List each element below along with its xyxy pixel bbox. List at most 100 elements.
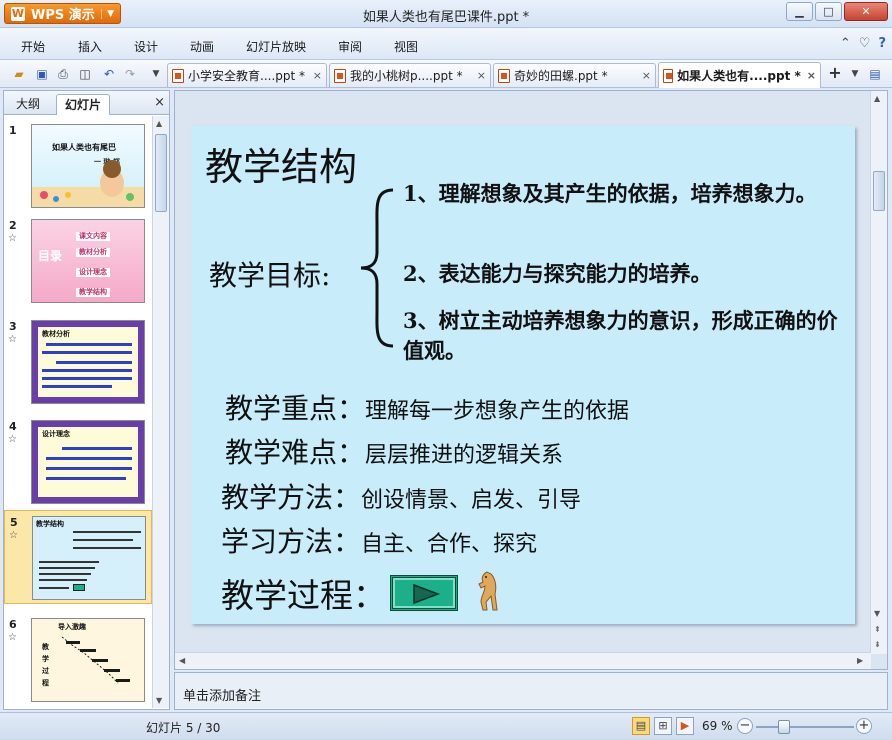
slide-number: 6 xyxy=(9,618,17,631)
doc-tab-2[interactable]: 我的小桃树p....ppt * × xyxy=(329,63,491,87)
teaching-method-line[interactable]: 教学方法：创设情景、启发、引导 xyxy=(221,476,581,516)
maximize-button[interactable]: □ xyxy=(815,2,842,21)
scroll-left-icon[interactable]: ◀ xyxy=(179,656,185,665)
next-slide-icon[interactable]: ⇟ xyxy=(874,640,881,649)
zoom-slider-track[interactable] xyxy=(756,726,854,728)
doc-tab-1[interactable]: 小学安全教育....ppt * × xyxy=(167,63,327,87)
doc-tab-4-active[interactable]: 如果人类也有....ppt * × xyxy=(658,62,821,88)
skin-icon[interactable]: ♡ xyxy=(859,36,871,51)
menu-slideshow[interactable]: 幻灯片放映 xyxy=(246,38,306,55)
slide-thumbnail-4[interactable]: 4 ☆ 设计理念 xyxy=(4,415,152,509)
teaching-goal-2[interactable]: 2、表达能力与探究能力的培养。 xyxy=(403,259,843,289)
slide-number: 2 xyxy=(9,219,17,232)
notes-placeholder: 单击添加备注 xyxy=(183,689,262,704)
redo-icon[interactable]: ↷ xyxy=(121,65,139,83)
slide-number: 3 xyxy=(9,320,17,333)
slide-thumbnail-3[interactable]: 3 ☆ 教材分析 xyxy=(4,315,152,409)
menu-design[interactable]: 设计 xyxy=(134,38,158,55)
quick-access-toolbar: ▰ ▣ ⎙ ◫ ↶ ↷ ▼ 小学安全教育....ppt * × 我的小桃树p..… xyxy=(0,60,892,88)
slides-panel: 大纲 幻灯片 × 1 如果人类也有尾巴 一 琳 郑 2 ☆ 目录 xyxy=(3,90,170,710)
curly-brace-shape[interactable] xyxy=(355,186,405,351)
close-tab-icon[interactable]: × xyxy=(805,69,816,82)
teaching-difficulty-line[interactable]: 教学难点：层层推进的逻辑关系 xyxy=(225,431,563,471)
normal-view-icon[interactable]: ▤ xyxy=(632,717,650,735)
print-icon[interactable]: ⎙ xyxy=(54,65,72,83)
tab-list-dropdown-icon[interactable]: ▼ xyxy=(846,65,864,83)
slide-thumbnail-5-selected[interactable]: 5 ☆ 教学结构 xyxy=(4,510,152,604)
editor-vertical-scrollbar[interactable]: ▲ ▼ ⇞ ⇟ xyxy=(870,91,887,654)
undo-icon[interactable]: ↶ xyxy=(100,65,118,83)
close-button[interactable]: ✕ xyxy=(844,2,888,21)
teaching-goal-3[interactable]: 3、树立主动培养想象力的意识，形成正确的价值观。 xyxy=(403,306,843,366)
teaching-goal-label[interactable]: 教学目标: xyxy=(209,254,330,294)
scroll-up-icon[interactable]: ▲ xyxy=(874,94,880,103)
beach-illustration xyxy=(32,160,144,207)
close-tab-icon[interactable]: × xyxy=(640,69,651,82)
close-panel-icon[interactable]: × xyxy=(154,95,165,110)
menu-insert[interactable]: 插入 xyxy=(78,38,102,55)
slide-sorter-view-icon[interactable]: ⊞ xyxy=(654,717,672,735)
slide-preview: 目录 课文内容 教材分析 设计理念 教学结构 xyxy=(31,219,145,303)
teaching-goal-1[interactable]: 1、理解想象及其产生的依据，培养想象力。 xyxy=(403,179,843,209)
save-icon[interactable]: ▣ xyxy=(33,65,51,83)
notes-pane[interactable]: 单击添加备注 xyxy=(174,672,888,710)
thumb-title: 教学结构 xyxy=(36,520,64,528)
slide-number: 1 xyxy=(9,124,17,137)
teaching-key-point-line[interactable]: 教学重点：理解每一步想象产生的依据 xyxy=(225,387,629,427)
scroll-down-icon[interactable]: ▼ xyxy=(156,696,162,705)
slide-thumbnail-list: 1 如果人类也有尾巴 一 琳 郑 2 ☆ 目录 课文内容 教材分析 设计理念 xyxy=(4,116,152,708)
play-icon xyxy=(413,583,441,605)
menu-view[interactable]: 视图 xyxy=(394,38,418,55)
window-layout-icon[interactable]: ▤ xyxy=(866,65,884,83)
previous-slide-icon[interactable]: ⇞ xyxy=(874,625,881,634)
menu-right-icons: ⌃ ♡ ? xyxy=(840,36,886,51)
scroll-up-icon[interactable]: ▲ xyxy=(156,119,162,128)
line-value: 层层推进的逻辑关系 xyxy=(365,443,564,468)
toolbar-dropdown-icon[interactable]: ▼ xyxy=(147,65,165,83)
animation-star-icon: ☆ xyxy=(8,233,17,244)
line-value: 自主、合作、探究 xyxy=(361,532,538,557)
play-action-button[interactable] xyxy=(390,575,458,611)
teaching-process-label[interactable]: 教学过程： xyxy=(221,569,386,617)
slide-thumbnail-6[interactable]: 6 ☆ 导入激趣 教 学 过 程 xyxy=(4,613,152,707)
menu-start[interactable]: 开始 xyxy=(21,38,45,55)
zoom-in-button[interactable]: + xyxy=(856,718,872,734)
learning-method-line[interactable]: 学习方法：自主、合作、探究 xyxy=(221,520,537,560)
zoom-slider-handle[interactable] xyxy=(778,720,791,734)
animation-star-icon: ☆ xyxy=(9,530,18,541)
tab-outline[interactable]: 大纲 xyxy=(8,94,48,115)
doc-tab-label: 奇妙的田螺.ppt * xyxy=(514,69,608,83)
new-tab-button[interactable]: + xyxy=(826,65,844,83)
scrollbar-thumb[interactable] xyxy=(873,171,885,211)
slide-number: 4 xyxy=(9,420,17,433)
slide-thumbnail-2[interactable]: 2 ☆ 目录 课文内容 教材分析 设计理念 教学结构 xyxy=(4,214,152,308)
slide-thumbnail-1[interactable]: 1 如果人类也有尾巴 一 琳 郑 xyxy=(4,119,152,213)
line-value: 理解每一步想象产生的依据 xyxy=(365,399,630,424)
scrollbar-thumb[interactable] xyxy=(155,134,167,212)
collapse-ribbon-icon[interactable]: ⌃ xyxy=(840,36,851,51)
menu-animation[interactable]: 动画 xyxy=(190,38,214,55)
scroll-down-icon[interactable]: ▼ xyxy=(874,609,880,618)
ppt-file-icon xyxy=(334,68,346,83)
close-tab-icon[interactable]: × xyxy=(311,69,322,82)
print-preview-icon[interactable]: ◫ xyxy=(76,65,94,83)
help-icon[interactable]: ? xyxy=(878,36,886,51)
slide-editor: 教学结构 教学目标: 1、理解想象及其产生的依据，培养想象力。 2、表达能力与探… xyxy=(174,90,888,670)
open-folder-icon[interactable]: ▰ xyxy=(10,65,28,83)
minimize-button[interactable]: ▁ xyxy=(786,2,813,21)
scroll-right-icon[interactable]: ▶ xyxy=(857,656,863,665)
current-slide[interactable]: 教学结构 教学目标: 1、理解想象及其产生的依据，培养想象力。 2、表达能力与探… xyxy=(191,126,855,624)
close-tab-icon[interactable]: × xyxy=(475,69,486,82)
menu-review[interactable]: 审阅 xyxy=(338,38,362,55)
editor-horizontal-scrollbar[interactable]: ◀ ▶ xyxy=(175,652,871,669)
zoom-out-button[interactable]: − xyxy=(737,718,753,734)
thumb-item: 设计理念 xyxy=(76,268,110,277)
horse-clipart-icon[interactable] xyxy=(473,568,503,612)
slideshow-view-icon[interactable]: ▶ xyxy=(676,717,694,735)
slides-panel-scrollbar[interactable]: ▲ ▼ xyxy=(152,116,169,708)
slide-title[interactable]: 教学结构 xyxy=(205,136,357,191)
tab-slides[interactable]: 幻灯片 xyxy=(56,94,111,115)
line-label: 教学方法： xyxy=(221,481,362,514)
line-value: 创设情景、启发、引导 xyxy=(361,488,582,513)
doc-tab-3[interactable]: 奇妙的田螺.ppt * × xyxy=(493,63,656,87)
